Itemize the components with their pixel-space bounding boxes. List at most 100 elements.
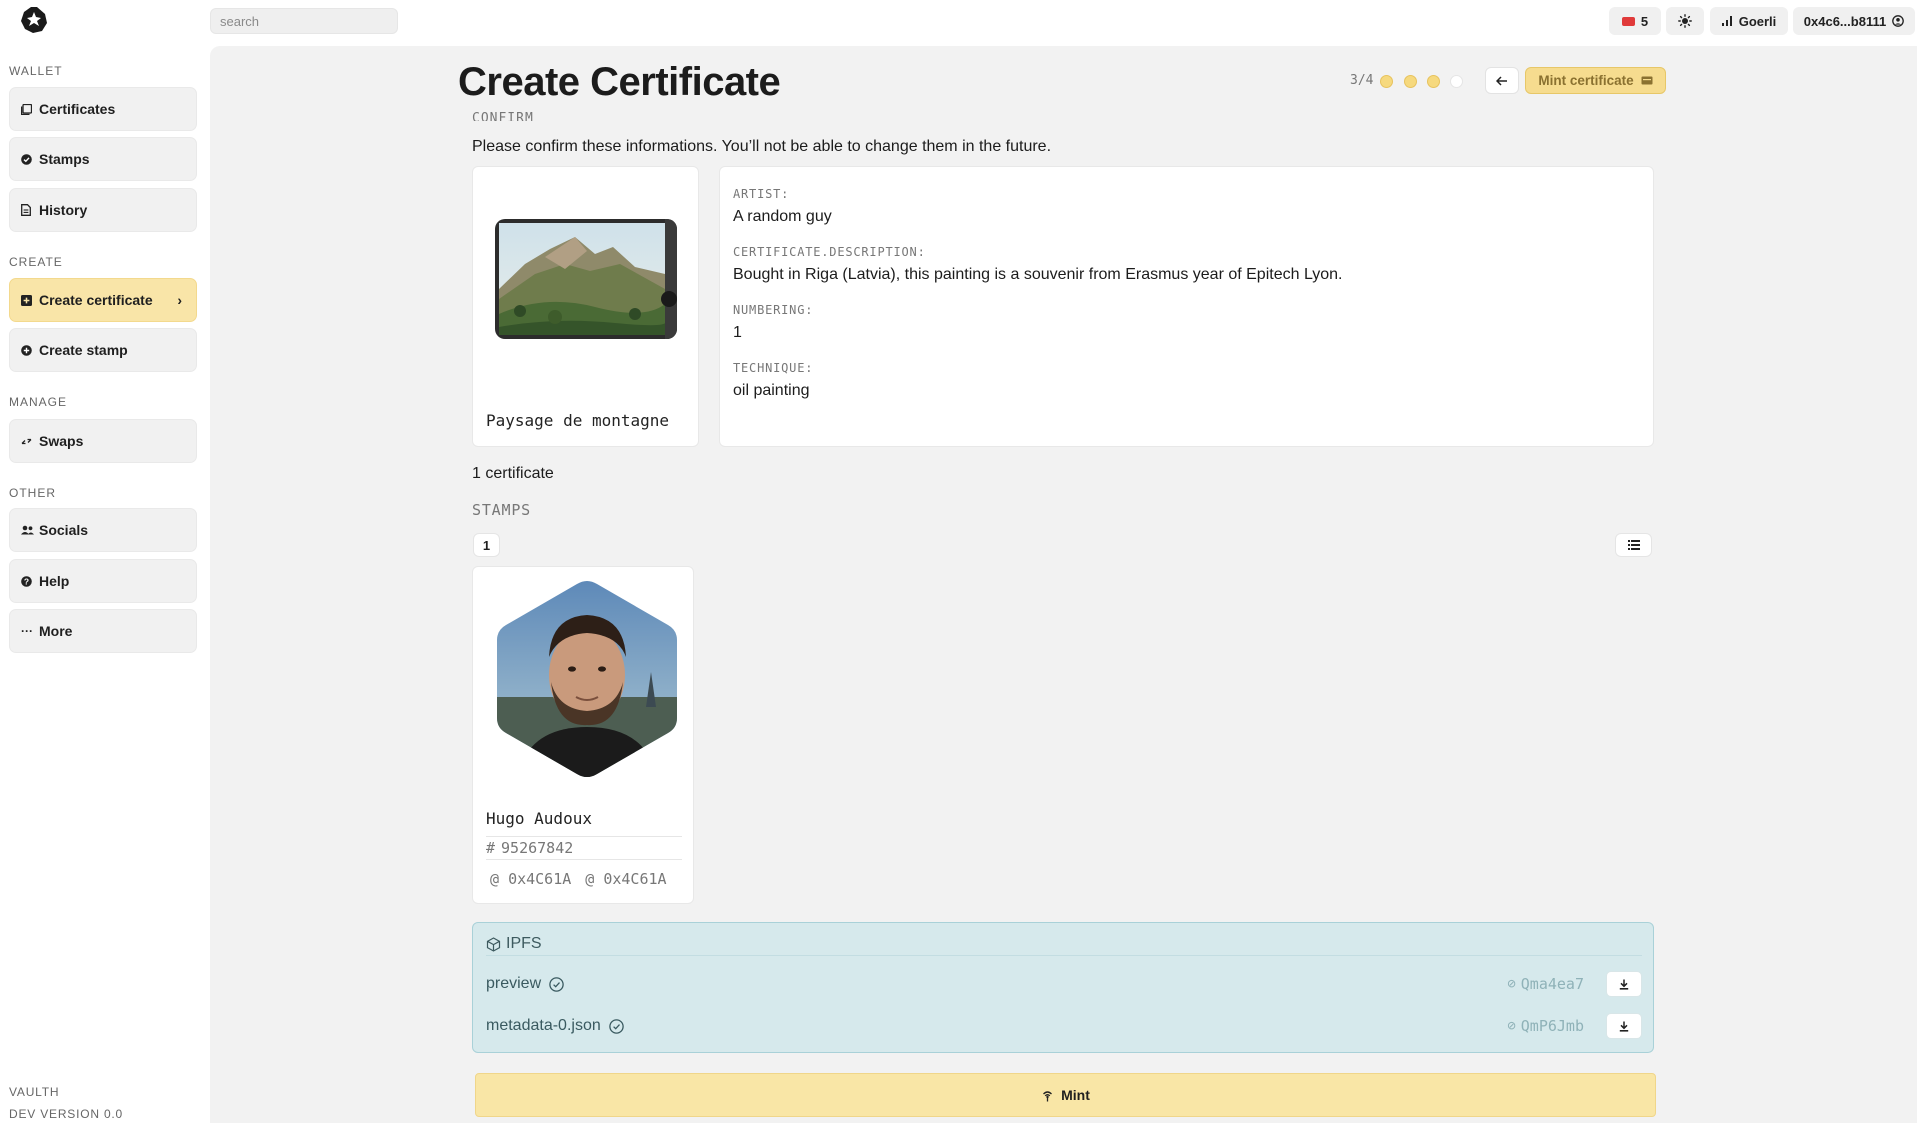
card-icon xyxy=(1641,76,1653,85)
cube-icon xyxy=(486,936,501,952)
stamps-count-badge[interactable]: 1 xyxy=(473,533,500,557)
download-button[interactable] xyxy=(1606,971,1642,997)
sidebar-item-label: More xyxy=(39,623,73,639)
stamp-address[interactable]: @ 0x4C61A xyxy=(490,870,571,888)
stamp-avatar xyxy=(497,581,677,777)
stamp-address-value: 0x4C61A xyxy=(508,870,572,888)
stamp-address[interactable]: @ 0x4C61A xyxy=(585,870,666,888)
users-icon xyxy=(21,525,39,535)
artist-label: ARTIST: xyxy=(733,187,790,201)
vaulth-logo-icon[interactable] xyxy=(18,4,50,36)
list-icon xyxy=(1627,540,1640,550)
step-dot xyxy=(1450,75,1463,88)
check-circle-icon xyxy=(549,976,564,992)
description-label: CERTIFICATE.DESCRIPTION: xyxy=(733,245,926,259)
app-version: DEV VERSION 0.0 xyxy=(9,1107,124,1121)
ipfs-file-name: metadata-0.json xyxy=(486,1017,624,1035)
ipfs-cid-value: QmP6Jmb xyxy=(1520,1017,1584,1035)
sidebar-item-history[interactable]: History xyxy=(9,188,197,232)
sidebar-item-more[interactable]: ··· More xyxy=(9,609,197,653)
at-icon: @ xyxy=(585,870,604,888)
ipfs-cid[interactable]: ⊘ Qma4ea7 xyxy=(1507,975,1584,993)
artist-value: A random guy xyxy=(733,208,832,225)
sidebar-item-label: Swaps xyxy=(39,433,84,449)
ticket-icon xyxy=(1621,16,1635,26)
more-icon: ··· xyxy=(21,624,33,638)
link-icon: ⊘ xyxy=(1507,1018,1516,1034)
link-icon: ⊘ xyxy=(1507,976,1516,992)
sidebar-section-wallet: WALLET xyxy=(9,64,63,78)
sun-icon xyxy=(1678,14,1692,28)
certificate-image xyxy=(495,219,677,339)
user-circle-icon xyxy=(1892,15,1905,27)
ipfs-file-name-label: metadata-0.json xyxy=(486,1017,601,1034)
certificate-title: Paysage de montagne xyxy=(486,411,670,430)
page-title: Create Certificate xyxy=(458,60,781,104)
sidebar-item-label: Help xyxy=(39,573,70,589)
step-indicator: 3/4 xyxy=(1350,73,1374,88)
sidebar-item-certificates[interactable]: Certificates xyxy=(9,87,197,131)
ipfs-title-label: IPFS xyxy=(506,935,542,952)
notifications-button[interactable]: 5 xyxy=(1609,7,1661,35)
ipfs-file-name-label: preview xyxy=(486,975,542,992)
stamp-name: Hugo Audoux xyxy=(486,809,592,828)
download-icon xyxy=(1619,979,1629,990)
plus-square-icon xyxy=(21,294,39,306)
confirm-text: Please confirm these informations. You’l… xyxy=(472,138,1052,155)
back-button[interactable] xyxy=(1485,67,1519,94)
sidebar-item-help[interactable]: ? Help xyxy=(9,559,197,603)
certificate-details-card: ARTIST: A random guy CERTIFICATE.DESCRIP… xyxy=(719,166,1654,447)
list-view-button[interactable] xyxy=(1615,533,1652,557)
sidebar-item-label: Socials xyxy=(39,522,89,538)
plus-circle-icon xyxy=(21,344,39,356)
certificates-icon xyxy=(21,103,39,115)
ipfs-file-row: preview ⊘ Qma4ea7 xyxy=(486,971,1642,997)
sidebar-item-label: Create stamp xyxy=(39,342,128,358)
numbering-value: 1 xyxy=(733,324,742,341)
sidebar-item-label: Create certificate xyxy=(39,292,153,308)
swap-icon xyxy=(21,437,39,446)
help-icon: ? xyxy=(21,575,39,587)
account-button[interactable]: 0x4c6...b8111 xyxy=(1793,7,1915,35)
sidebar-section-manage: MANAGE xyxy=(9,395,68,409)
stamp-id-value: 95267842 xyxy=(501,839,574,857)
ipfs-panel: IPFS preview ⊘ Qma4ea7 metadata-0.json ⊘… xyxy=(472,922,1654,1053)
sidebar-section-other: OTHER xyxy=(9,486,56,500)
step-dot xyxy=(1404,75,1417,88)
sidebar-section-create: CREATE xyxy=(9,255,63,269)
mint-button-label: Mint xyxy=(1061,1087,1090,1103)
check-circle-icon xyxy=(608,1018,624,1034)
stamp-addresses: @ 0x4C61A @ 0x4C61A xyxy=(490,870,667,888)
stamp-icon xyxy=(21,153,39,165)
sidebar-item-swaps[interactable]: Swaps xyxy=(9,419,197,463)
technique-value: oil painting xyxy=(733,382,810,399)
stamp-card[interactable]: Hugo Audoux # 95267842 @ 0x4C61A @ 0x4C6… xyxy=(472,566,694,904)
signal-icon xyxy=(1721,16,1732,26)
mint-certificate-button[interactable]: Mint certificate xyxy=(1525,67,1666,94)
notifications-count: 5 xyxy=(1640,13,1649,29)
download-button[interactable] xyxy=(1606,1013,1642,1039)
sidebar-item-label: History xyxy=(39,202,88,218)
ipfs-cid-value: Qma4ea7 xyxy=(1520,975,1584,993)
confirm-label: CONFIRM xyxy=(472,111,534,121)
stamp-id: # 95267842 xyxy=(486,836,682,860)
sidebar-item-stamps[interactable]: Stamps xyxy=(9,137,197,181)
mint-certificate-label: Mint certificate xyxy=(1538,73,1634,88)
history-icon xyxy=(21,204,39,216)
step-dot xyxy=(1380,75,1393,88)
broadcast-icon xyxy=(1043,1090,1053,1101)
sidebar-item-socials[interactable]: Socials xyxy=(9,508,197,552)
account-address: 0x4c6...b8111 xyxy=(1803,13,1887,29)
stamp-address-value: 0x4C61A xyxy=(603,870,667,888)
sidebar-item-create-certificate[interactable]: Create certificate › xyxy=(9,278,197,322)
sidebar-item-create-stamp[interactable]: Create stamp xyxy=(9,328,197,372)
network-button[interactable]: Goerli xyxy=(1710,7,1788,35)
search-input[interactable] xyxy=(210,8,398,34)
mint-button[interactable]: Mint xyxy=(475,1073,1656,1117)
ipfs-file-name: preview xyxy=(486,975,564,993)
hash-icon: # xyxy=(486,839,496,857)
theme-toggle-button[interactable] xyxy=(1666,7,1704,35)
sidebar-item-label: Stamps xyxy=(39,151,90,167)
ipfs-cid[interactable]: ⊘ QmP6Jmb xyxy=(1507,1017,1584,1035)
stamps-label: STAMPS xyxy=(472,501,531,519)
